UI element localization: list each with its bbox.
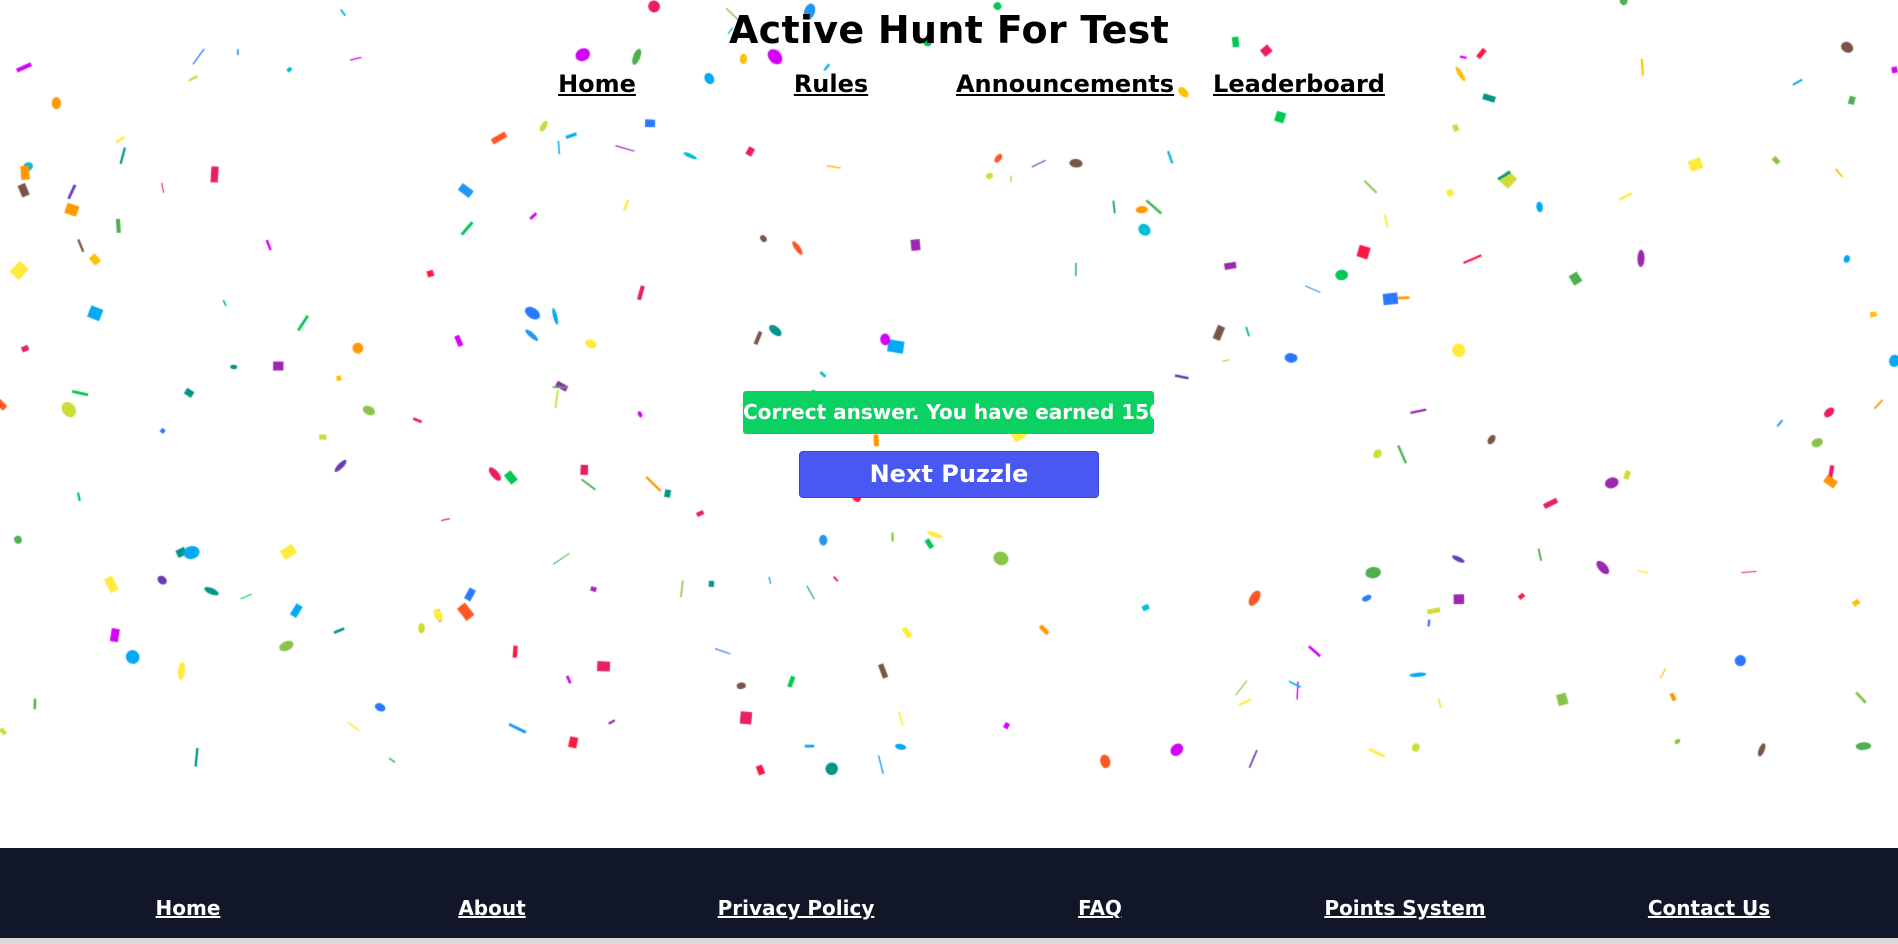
footer-contact-us-link[interactable]: Contact Us — [1648, 896, 1770, 920]
footer-privacy-policy-link[interactable]: Privacy Policy — [718, 896, 875, 920]
horizontal-scrollbar[interactable] — [0, 938, 1898, 944]
footer-home-link[interactable]: Home — [156, 896, 221, 920]
nav-rules-link[interactable]: Rules — [794, 70, 868, 98]
nav-leaderboard-link[interactable]: Leaderboard — [1213, 70, 1385, 98]
footer-points-system-link[interactable]: Points System — [1324, 896, 1485, 920]
top-navigation: Home Rules Announcements Leaderboard — [0, 70, 1898, 104]
page-title: Active Hunt For Test — [728, 8, 1170, 52]
success-message: Correct answer. You have earned 150 poin… — [743, 391, 1154, 434]
footer: Home About Privacy Policy FAQ Points Sys… — [0, 848, 1898, 938]
next-puzzle-button[interactable]: Next Puzzle — [799, 451, 1099, 498]
nav-home-link[interactable]: Home — [558, 70, 636, 98]
nav-announcements-link[interactable]: Announcements — [956, 70, 1174, 98]
footer-about-link[interactable]: About — [458, 896, 525, 920]
footer-faq-link[interactable]: FAQ — [1078, 896, 1122, 920]
